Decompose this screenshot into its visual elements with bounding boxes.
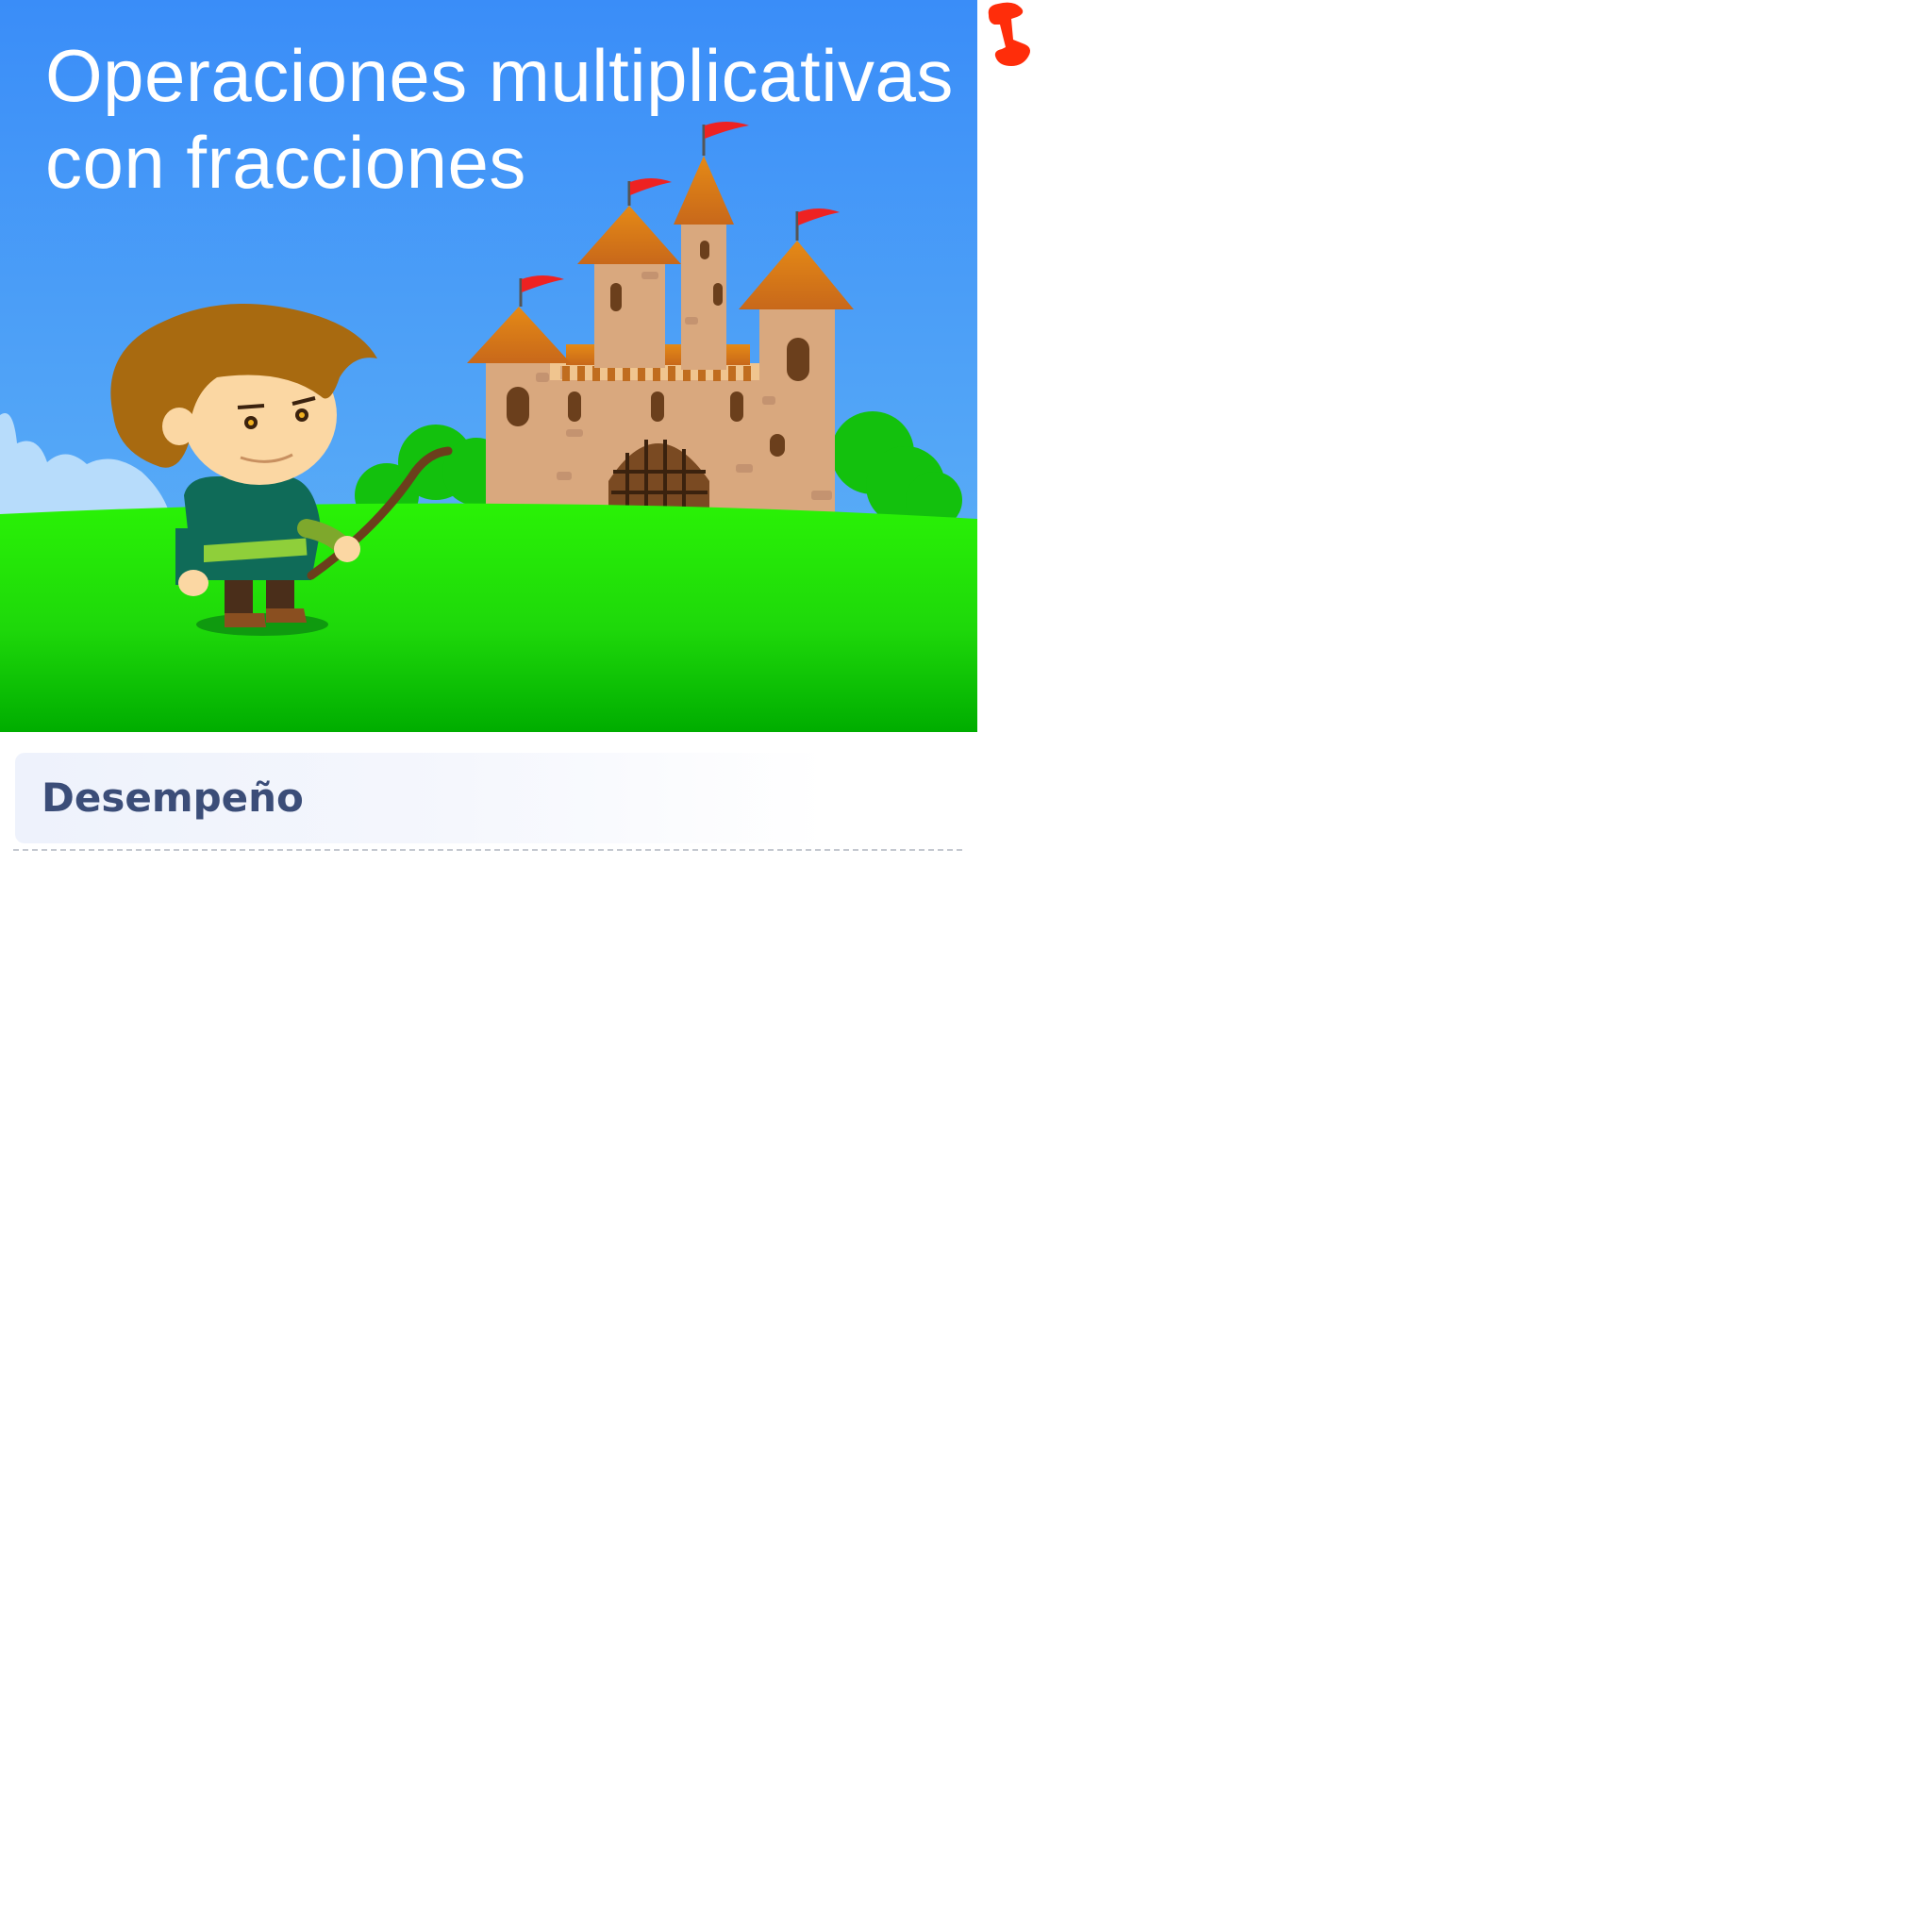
section-divider (13, 849, 962, 851)
section-title: Desempeño (42, 774, 304, 821)
section-header: Desempeño (15, 753, 826, 843)
hero-banner: Operaciones multiplicativas con fraccion… (0, 0, 977, 732)
pushpin-icon[interactable] (977, 0, 1045, 74)
page-title: Operaciones multiplicativas con fraccion… (45, 34, 954, 204)
